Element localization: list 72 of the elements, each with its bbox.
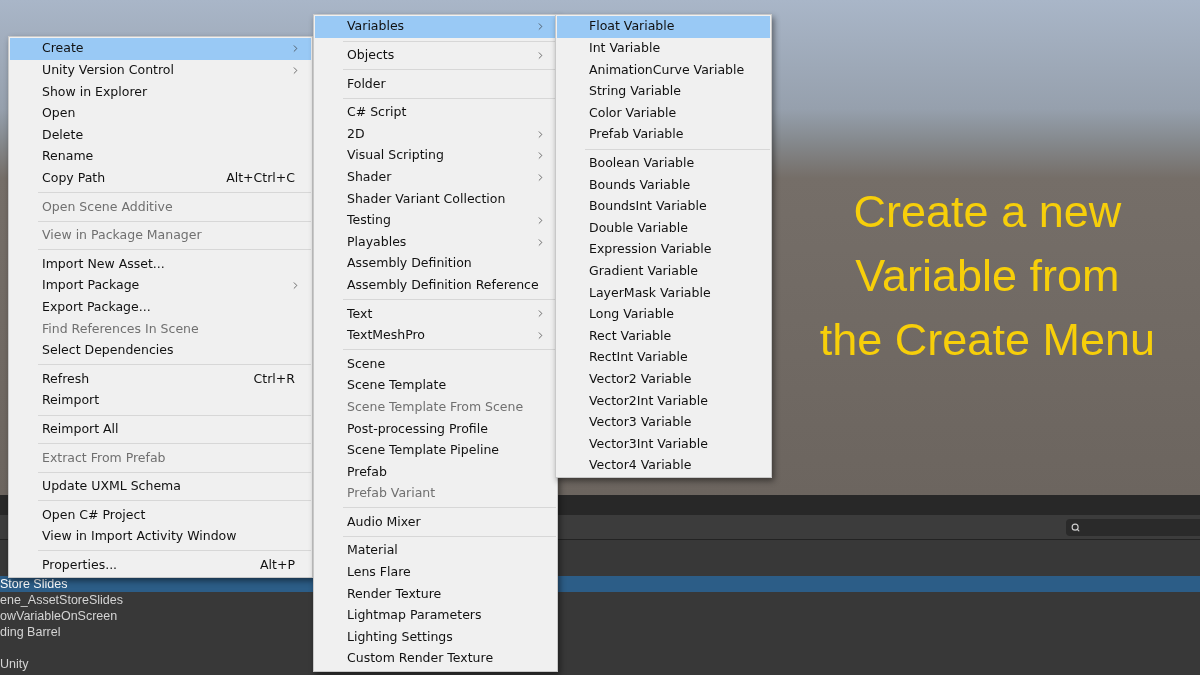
menu-item[interactable]: Refresh Ctrl+R — [10, 368, 311, 390]
menu-item[interactable]: Assembly Definition — [315, 252, 556, 275]
menu-item[interactable]: Copy Path Alt+Ctrl+C — [10, 167, 311, 190]
caption-text: Create a new Variable from the Create Menu — [819, 185, 1155, 367]
menu-item[interactable]: Show in Explorer — [10, 81, 311, 103]
menu-item[interactable]: Lightmap Parameters — [315, 604, 556, 627]
menu-item[interactable]: Objects — [315, 44, 556, 67]
menu-item[interactable]: Vector4 Variable — [557, 454, 770, 477]
menu-item[interactable]: TextMeshPro — [315, 324, 556, 347]
menu-item[interactable]: Unity Version Control — [10, 59, 311, 82]
menu-item[interactable]: Custom Render Texture — [315, 648, 556, 670]
menu-item[interactable]: Audio Mixer — [315, 511, 556, 534]
search-icon — [1071, 522, 1080, 532]
search-field[interactable] — [1066, 518, 1200, 536]
menu-item[interactable]: Reimport All — [10, 418, 311, 441]
hierarchy-item[interactable]: Unity — [0, 654, 29, 674]
menu-item[interactable]: Properties... Alt+P — [10, 554, 311, 577]
menu-item[interactable]: Lens Flare — [315, 561, 556, 584]
menu-item[interactable]: Reimport — [10, 389, 311, 412]
menu-item[interactable]: Int Variable — [557, 37, 770, 60]
menu-item[interactable]: Prefab — [315, 461, 556, 483]
menu-item[interactable]: LayerMask Variable — [557, 282, 770, 304]
menu-item[interactable]: Rename — [10, 145, 311, 168]
menu-item[interactable]: Folder — [315, 73, 556, 95]
menu-item[interactable]: Delete — [10, 124, 311, 146]
shortcut-label: Alt+P — [260, 555, 295, 574]
menu-item[interactable]: Scene Template — [315, 374, 556, 397]
menu-item[interactable]: Post-processing Profile — [315, 418, 556, 440]
menu-item[interactable]: Assembly Definition Reference — [315, 274, 556, 297]
menu-item[interactable]: Expression Variable — [557, 238, 770, 261]
menu-item[interactable]: Bounds Variable — [557, 174, 770, 196]
menu-item[interactable]: Shader Variant Collection — [315, 188, 556, 210]
menu-item[interactable]: View in Import Activity Window — [10, 525, 311, 548]
menu-item[interactable]: Vector2Int Variable — [557, 390, 770, 412]
menu-item[interactable]: Rect Variable — [557, 325, 770, 347]
menu-item[interactable]: Update UXML Schema — [10, 475, 311, 498]
menu-item[interactable]: Select Dependencies — [10, 339, 311, 362]
menu-item[interactable]: Vector3Int Variable — [557, 433, 770, 455]
menu-item[interactable]: Playables — [315, 231, 556, 253]
menu-item[interactable]: Long Variable — [557, 303, 770, 326]
menu-item[interactable]: Open — [10, 102, 311, 125]
menu-item[interactable]: BoundsInt Variable — [557, 195, 770, 218]
menu-item[interactable]: Float Variable — [557, 16, 770, 38]
menu-item[interactable]: Render Texture — [315, 583, 556, 605]
menu-item[interactable]: 2D — [315, 123, 556, 145]
menu-item[interactable]: Vector2 Variable — [557, 368, 770, 391]
menu-item[interactable]: Lighting Settings — [315, 626, 556, 649]
menu-item[interactable]: Export Package... — [10, 296, 311, 319]
menu-item[interactable]: Color Variable — [557, 102, 770, 124]
menu-item[interactable]: Boolean Variable — [557, 152, 770, 175]
menu-item[interactable]: Prefab Variable — [557, 123, 770, 146]
menu-item[interactable]: Open C# Project — [10, 504, 311, 526]
menu-item[interactable]: AnimationCurve Variable — [557, 59, 770, 81]
menu-item[interactable]: Text — [315, 303, 556, 325]
menu-item[interactable]: C# Script — [315, 101, 556, 124]
menu-item[interactable]: Double Variable — [557, 217, 770, 239]
menu-item[interactable]: String Variable — [557, 80, 770, 103]
menu-item[interactable]: RectInt Variable — [557, 346, 770, 369]
menu-item[interactable]: Visual Scripting — [315, 144, 556, 167]
menu-item[interactable]: Variables — [315, 16, 556, 38]
menu-item[interactable]: Import New Asset... — [10, 253, 311, 275]
menu-item[interactable]: Material — [315, 540, 556, 562]
menu-item[interactable]: Shader — [315, 166, 556, 189]
menu-item[interactable]: Vector3 Variable — [557, 411, 770, 434]
menu-item[interactable]: Gradient Variable — [557, 260, 770, 283]
menu-item[interactable]: Create — [10, 38, 311, 60]
menu-item[interactable]: Scene — [315, 353, 556, 375]
shortcut-label: Alt+Ctrl+C — [226, 169, 295, 187]
menu-item[interactable]: Scene Template Pipeline — [315, 439, 556, 462]
shortcut-label: Ctrl+R — [253, 369, 295, 388]
menu-item[interactable]: Import Package — [10, 274, 311, 297]
menu-item[interactable]: Testing — [315, 209, 556, 232]
